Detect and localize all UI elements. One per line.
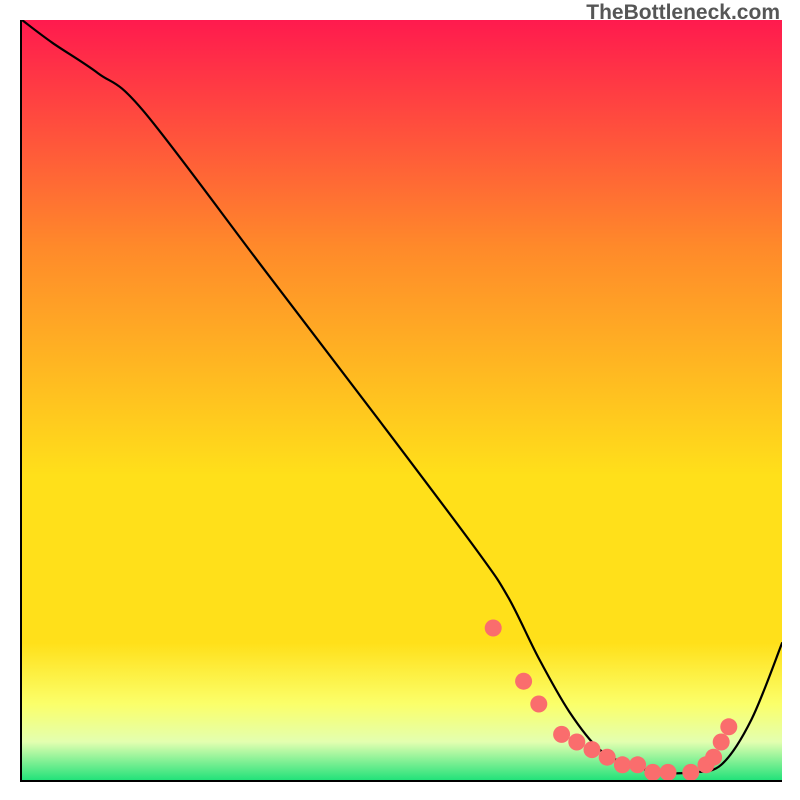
data-dots xyxy=(485,620,738,781)
data-dot xyxy=(713,734,730,751)
data-dot xyxy=(553,726,570,743)
data-dot xyxy=(644,764,661,780)
data-dot xyxy=(568,734,585,751)
data-dot xyxy=(485,620,502,637)
data-dot xyxy=(599,749,616,766)
data-dot xyxy=(530,696,547,713)
data-dot xyxy=(705,749,722,766)
data-dot xyxy=(660,764,677,780)
data-dot xyxy=(515,673,532,690)
plot-area xyxy=(20,20,782,782)
data-dot xyxy=(629,756,646,773)
data-dot xyxy=(720,718,737,735)
data-dot xyxy=(614,756,631,773)
curve-line xyxy=(22,20,782,773)
data-dot xyxy=(682,764,699,780)
chart-container: TheBottleneck.com xyxy=(0,0,800,800)
watermark-text: TheBottleneck.com xyxy=(586,1,780,25)
data-dot xyxy=(584,741,601,758)
chart-curve-layer xyxy=(22,20,782,780)
